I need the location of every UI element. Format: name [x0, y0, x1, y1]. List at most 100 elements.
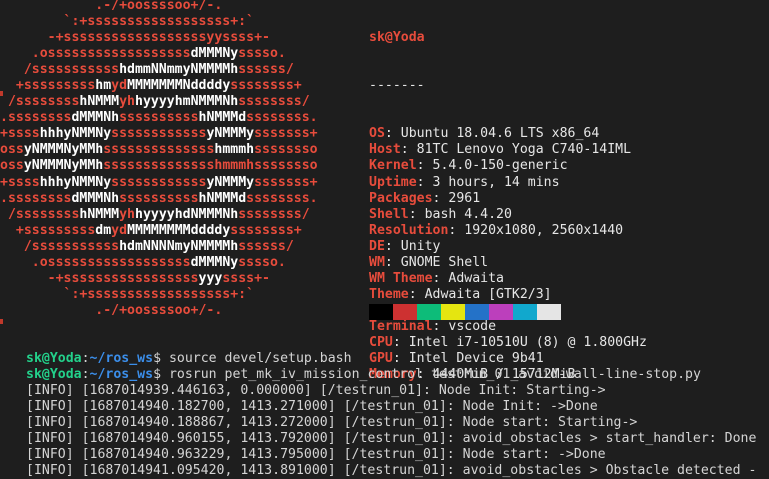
log-line: [INFO] [1687014940.960155, 1413.792000] … [26, 431, 757, 447]
logo-highlight: hyyyyhmNMMMNh [135, 94, 239, 110]
logo-segment: ssssssss. [246, 110, 318, 126]
logo-segment: sssso. [238, 254, 286, 270]
logo-segment: ssssssssss [119, 190, 199, 206]
logo-line: ossyNMMMNyMMhsssssssssssssshmmmhssssssso [0, 142, 360, 158]
logo-segment: yd [111, 222, 128, 238]
logo-line: /ssssssssssshdmmNNmmyNMMMMhssssss/ [0, 62, 360, 78]
logo-segment: ssssssss+ [230, 222, 302, 238]
logo-segment: yd [111, 78, 128, 94]
info-key: CPU [369, 334, 393, 350]
prompt-path: ~/ros_ws [89, 367, 154, 383]
logo-segment: /ssssssss [0, 206, 80, 222]
logo-line: .ossssssssssssssssssdMMMNysssso. [0, 255, 360, 271]
logo-segment: +ssss [0, 126, 40, 142]
info-key: Theme [369, 286, 409, 302]
logo-segment: sssssss+ [254, 126, 318, 142]
logo-segment: yh [119, 206, 135, 222]
log-line: [INFO] [1687014941.095420, 1413.891000] … [26, 463, 757, 479]
prompt-dollar: $ [153, 351, 169, 366]
info-key: OS [369, 126, 385, 142]
info-row: OS: Ubuntu 18.04.6 LTS x86_64 [369, 126, 647, 142]
logo-highlight: hhhyNMMNy [39, 126, 112, 142]
info-colon: : [416, 158, 433, 174]
info-value: 2961 [448, 190, 481, 206]
terminal-session: sk@Yoda:~/ros_ws$ source devel/setup.bas… [26, 351, 756, 479]
logo-line: .ossssssssssssssssssdMMMNysssso. [0, 46, 360, 62]
logo-segment: oss [0, 158, 24, 174]
logo-highlight: hNMMM [79, 206, 120, 222]
info-value: 81TC Lenovo Yoga C740-14IML [416, 142, 632, 158]
info-row: Kernel: 5.4.0-150-generic [369, 158, 647, 174]
color-palette [369, 304, 561, 320]
color-swatch [537, 304, 561, 320]
prompt-user: sk@Yoda [26, 367, 82, 383]
info-colon: : [432, 270, 449, 286]
info-colon: : [392, 334, 409, 350]
logo-segment: -+sssssssssssssssss [0, 270, 199, 286]
color-swatch [465, 304, 489, 320]
command-line: sk@Yoda:~/ros_ws$ rosrun pet_mk_iv_missi… [26, 367, 756, 383]
info-rows: OS: Ubuntu 18.04.6 LTS x86_64 Host: 81TC … [369, 126, 647, 383]
command-text: source devel/setup.bash [168, 351, 352, 366]
logo-highlight: dMMMNy [190, 254, 239, 270]
logo-line: +ssssssssshmydMMMMMMMNddddyssssssss+ [0, 78, 360, 94]
log-line: [INFO] [1687014940.188867, 1413.272000] … [26, 415, 638, 431]
prompt-path: ~/ros_ws [89, 351, 154, 366]
logo-line: .ssssssssdMMMNhsssssssssshNMMMdssssssss. [0, 191, 360, 207]
prompt-user: sk@Yoda [26, 351, 82, 366]
info-colon: : [384, 238, 401, 254]
info-value: GNOME Shell [400, 254, 489, 270]
color-swatch [513, 304, 537, 320]
info-key: Uptime [369, 174, 417, 190]
logo-segment: .-/+oossssoo+/-. [0, 302, 223, 318]
logo-line: /sssssssshNMMMyhhyyyyhmNMMMNhssssssss/ [0, 94, 360, 110]
ubuntu-ascii-logo: .-/+oossssoo+/-. `:+ssssssssssssssssss+:… [0, 0, 360, 319]
logo-highlight: yNMMMNyMMh [23, 158, 104, 174]
logo-line: +sssssssssdmydMMMMMMMMddddyssssssss+ [0, 223, 360, 239]
info-key: WM [369, 254, 385, 270]
logo-highlight: dm [95, 222, 112, 238]
prompt-dollar: $ [153, 367, 169, 383]
prompt-colon: : [81, 351, 90, 366]
logo-segment: .ossssssssssssssssss [0, 46, 191, 62]
logo-segment: ssss+- [222, 270, 270, 286]
terminal-panel[interactable]: .-/+oossssoo+/-. `:+ssssssssssssssssss+:… [0, 0, 769, 479]
command-line: sk@Yoda:~/ros_ws$ source devel/setup.bas… [26, 351, 756, 367]
logo-segment: ssssssss/ [238, 94, 310, 110]
logo-highlight: hdmmNNmmyNMMMMh [119, 62, 239, 78]
logo-segment: ssssssss. [246, 190, 318, 206]
logo-line: .ssssssssdMMMNhsssssssssshNMMMdssssssss. [0, 110, 360, 126]
logo-segment: ssssssssss [119, 110, 199, 126]
logo-segment: .ossssssssssssssssss [0, 254, 191, 270]
logo-segment: +ssss [0, 174, 40, 190]
info-user-host: sk@Yoda [369, 30, 425, 46]
logo-segment: ssssss/ [238, 62, 294, 78]
logo-segment: ssssssssssss [111, 126, 207, 142]
info-value: bash 4.4.20 [424, 206, 512, 222]
logo-segment: ssssssso [254, 158, 318, 174]
info-colon: : [432, 318, 449, 334]
info-key: Shell [369, 206, 409, 222]
logo-highlight: MMMMMMMMddddy [127, 222, 231, 238]
info-row: Host: 81TC Lenovo Yoga C740-14IML [369, 142, 647, 158]
logo-highlight: dMMMNh [71, 190, 120, 206]
logo-line: .-/+oossssoo+/-. [0, 303, 360, 319]
info-row: WM Theme: Adwaita [369, 271, 647, 287]
logo-line: `:+ssssssssssssssssss+:` [0, 14, 360, 30]
info-key: Kernel [369, 158, 417, 174]
logo-highlight: hNMMMd [198, 110, 247, 126]
info-row: Theme: Adwaita [GTK2/3] [369, 287, 647, 303]
info-value: Unity [400, 238, 441, 254]
info-key: Terminal [369, 318, 433, 334]
info-colon: : [384, 126, 401, 142]
color-swatch [417, 304, 441, 320]
logo-segment: oss [0, 142, 24, 158]
info-value: Ubuntu 18.04.6 LTS x86_64 [400, 126, 600, 142]
logo-segment: sssso. [238, 46, 286, 62]
info-value: Intel i7-10510U (8) @ 1.800GHz [408, 334, 647, 350]
info-colon: : [448, 222, 465, 238]
info-row: WM: GNOME Shell [369, 255, 647, 271]
color-swatch [441, 304, 465, 320]
logo-highlight: yNMMMy [206, 126, 255, 142]
logo-segment: `:+ssssssssssssssssss+:` [0, 286, 255, 302]
